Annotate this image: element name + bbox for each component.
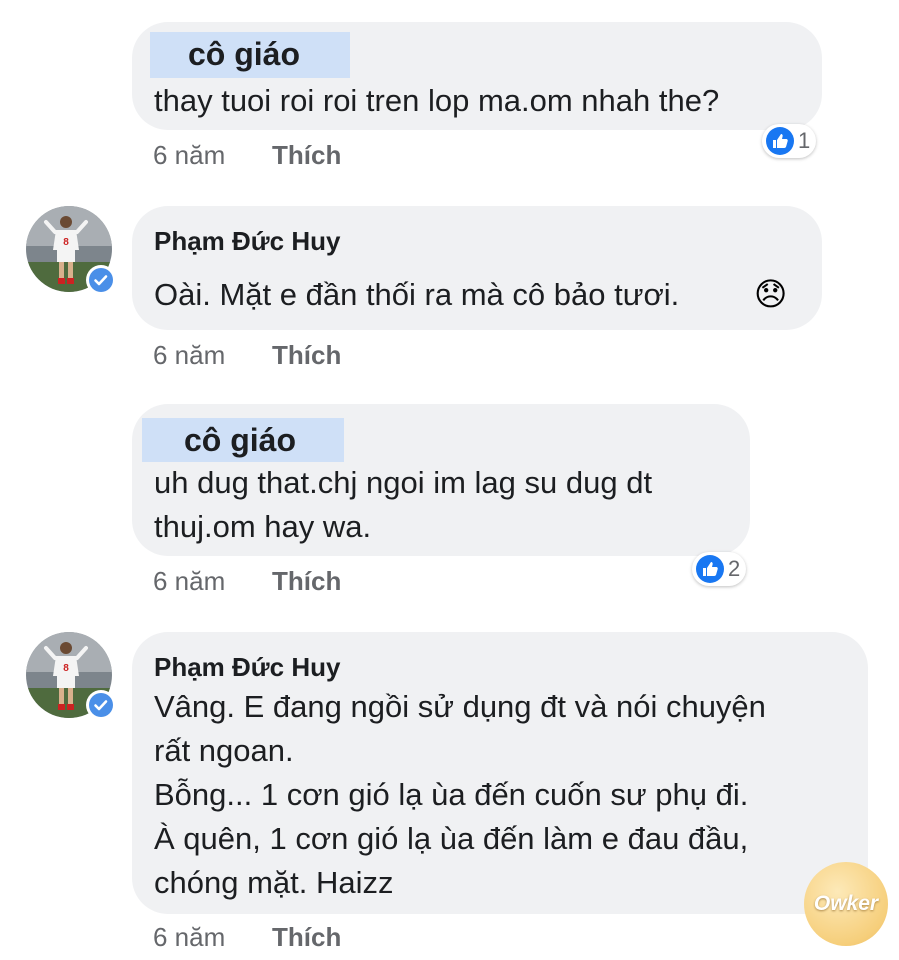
reaction-count: 1 (798, 128, 811, 153)
comment-text-line: À quên, 1 cơn gió lạ ùa đến làm e đau đầ… (154, 821, 749, 856)
comment-author[interactable]: cô giáo (142, 418, 344, 462)
reaction-count: 2 (728, 556, 741, 581)
like-button[interactable]: Thích (272, 566, 341, 597)
reaction-badge[interactable]: 2 (692, 552, 747, 586)
comment-text-line: chóng mặt. Haizz (154, 865, 394, 900)
verified-badge-icon (86, 265, 116, 295)
comment-time[interactable]: 6 năm (153, 340, 225, 371)
thumbs-up-icon (766, 127, 794, 155)
jersey-number: 8 (63, 237, 69, 248)
comment-text-line: rất ngoan. (154, 733, 294, 768)
comment-author[interactable]: Phạm Đức Huy (154, 226, 340, 257)
watermark-text: Owker (813, 892, 879, 915)
comment-time[interactable]: 6 năm (153, 566, 225, 597)
watermark-logo: Owker (804, 862, 888, 946)
verified-badge-icon (86, 690, 116, 720)
comment-text-line: Vâng. E đang ngồi sử dụng đt và nói chuy… (154, 689, 766, 724)
comment-author[interactable]: Phạm Đức Huy (154, 652, 340, 683)
jersey-number: 8 (63, 663, 69, 674)
thumbs-up-icon (696, 555, 724, 583)
comment-bubble: Phạm Đức Huy Oài. Mặt e đần thối ra mà c… (132, 206, 822, 330)
comment-time[interactable]: 6 năm (153, 140, 225, 171)
comment-bubble: cô giáo thay tuoi roi roi tren lop ma.om… (132, 22, 822, 130)
reaction-badge[interactable]: 1 (762, 124, 817, 158)
disappointed-face-emoji: 😞 (754, 276, 788, 312)
comment-bubble: Phạm Đức Huy Vâng. E đang ngồi sử dụng đ… (132, 632, 868, 914)
like-button[interactable]: Thích (272, 340, 341, 371)
like-button[interactable]: Thích (272, 922, 341, 953)
like-button[interactable]: Thích (272, 140, 341, 171)
comment-text-line: uh dug that.chj ngoi im lag su dug dt (154, 465, 653, 500)
comment-author[interactable]: cô giáo (150, 32, 350, 78)
comment-bubble: cô giáo uh dug that.chj ngoi im lag su d… (132, 404, 750, 556)
comment-text-line: Oài. Mặt e đần thối ra mà cô bảo tươi. (154, 277, 680, 312)
comment-text-line: Bỗng... 1 cơn gió lạ ùa đến cuốn sư phụ … (154, 777, 749, 812)
comment-time[interactable]: 6 năm (153, 922, 225, 953)
comment-text-line: thuj.om hay wa. (154, 509, 372, 544)
comment-text-line: thay tuoi roi roi tren lop ma.om nhah th… (154, 83, 720, 118)
